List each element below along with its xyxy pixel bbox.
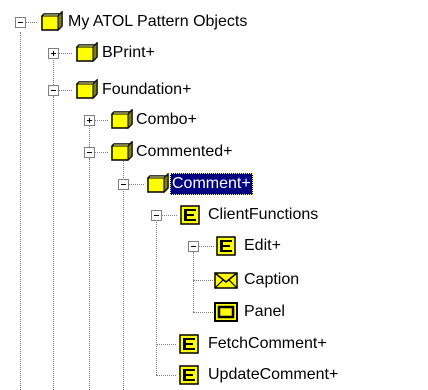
folder-icon — [75, 79, 98, 100]
tree-line — [193, 252, 194, 312]
collapse-toggle-commented[interactable] — [84, 147, 95, 158]
function-list-icon — [180, 205, 200, 225]
collapse-toggle-edit[interactable] — [188, 241, 199, 252]
tree-item-label[interactable]: Panel — [242, 301, 287, 323]
tree-line — [53, 96, 54, 390]
tree-line — [156, 344, 176, 345]
tree-line — [156, 222, 157, 375]
panel-icon — [214, 302, 238, 322]
tree-line — [156, 375, 176, 376]
tree-item-label[interactable]: UpdateComment+ — [206, 364, 340, 386]
folder-icon — [146, 173, 169, 194]
tree-item-label[interactable]: BPrint+ — [100, 42, 157, 64]
collapse-toggle-root[interactable] — [15, 17, 26, 28]
tree-line — [94, 120, 108, 121]
tree-item-label-selected[interactable]: Comment+ — [170, 173, 253, 195]
tree-line — [20, 32, 21, 390]
collapse-toggle-foundation[interactable] — [48, 85, 59, 96]
expand-toggle-combo[interactable] — [84, 115, 95, 126]
tree-line — [123, 161, 124, 390]
tree-line — [161, 215, 177, 216]
tree-item-label[interactable]: Caption — [242, 269, 301, 291]
function-list-icon — [216, 236, 236, 256]
tree-line — [193, 312, 213, 313]
tree-line — [58, 53, 72, 54]
tree-line — [198, 246, 214, 247]
tree-item-label[interactable]: Commented+ — [134, 141, 235, 163]
tree-item-label[interactable]: Combo+ — [134, 109, 199, 131]
pattern-object-tree[interactable]: My ATOL Pattern Objects BPrint+ Foundati… — [0, 0, 428, 390]
collapse-toggle-client-functions[interactable] — [151, 210, 162, 221]
tree-line — [89, 158, 90, 390]
tree-item-label[interactable]: Foundation+ — [100, 79, 193, 101]
tree-line — [94, 152, 108, 153]
tree-item-label[interactable]: Edit+ — [242, 235, 283, 257]
folder-icon — [110, 109, 133, 130]
tree-item-label[interactable]: FetchComment+ — [206, 333, 329, 355]
envelope-icon — [214, 272, 238, 289]
function-list-icon — [179, 334, 199, 354]
expand-toggle-bprint[interactable] — [48, 48, 59, 59]
tree-item-label[interactable]: ClientFunctions — [206, 204, 320, 226]
tree-line — [193, 280, 213, 281]
tree-line — [128, 184, 144, 185]
tree-line — [25, 22, 37, 23]
tree-item-label[interactable]: My ATOL Pattern Objects — [66, 11, 249, 33]
folder-icon — [75, 42, 98, 63]
function-list-icon — [179, 365, 199, 385]
folder-icon — [40, 11, 63, 32]
collapse-toggle-comment[interactable] — [118, 179, 129, 190]
tree-line — [58, 90, 72, 91]
folder-icon — [110, 141, 133, 162]
